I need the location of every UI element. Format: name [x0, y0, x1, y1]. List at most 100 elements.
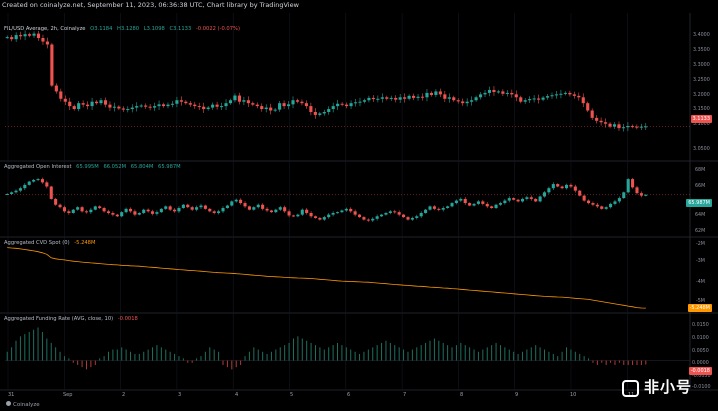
candle-body [447, 97, 451, 99]
candle-body [58, 204, 62, 208]
candle-body [586, 103, 590, 111]
candle-body [424, 209, 428, 213]
candle-body [425, 92, 429, 98]
candle-body [239, 199, 243, 204]
candle-body [510, 92, 514, 95]
candle-body [349, 103, 353, 107]
candle-body [384, 212, 388, 215]
candle-body [313, 216, 318, 218]
candle-body [106, 211, 111, 213]
candle-body [503, 200, 507, 204]
chart-canvas[interactable] [0, 0, 718, 411]
candle-body [102, 208, 106, 212]
cvd-series-line [7, 247, 646, 309]
candle-body [639, 126, 643, 128]
x-axis-label: 10 [570, 392, 577, 398]
candle-body [139, 105, 143, 107]
candle-body [193, 104, 197, 107]
candle-body [36, 33, 41, 39]
candle-body [27, 181, 31, 185]
candle-body [498, 203, 503, 205]
candle-body [68, 101, 72, 107]
candle-body [32, 179, 36, 182]
funding-value: -0.0018 [117, 316, 138, 322]
cvd-last-badge: -5.248M [687, 304, 712, 312]
candle-body [282, 103, 286, 107]
candle-body [128, 208, 133, 212]
candle-body [416, 96, 420, 98]
candle-body [621, 127, 626, 129]
candle-body [367, 97, 371, 101]
funding-tick: 0.0050 [692, 349, 709, 354]
candle-body [490, 206, 494, 209]
candle-body [587, 200, 591, 204]
candle-body [103, 100, 108, 105]
candle-body [595, 204, 599, 207]
candle-body [380, 214, 384, 217]
x-axis-label: 7 [403, 392, 407, 398]
candle-body [617, 198, 621, 202]
candle-body [45, 41, 49, 45]
candle-body [150, 211, 155, 214]
candle-body [560, 186, 564, 189]
candle-body [45, 182, 49, 187]
candle-body [420, 96, 425, 98]
candle-body [72, 106, 76, 110]
candle-body [99, 100, 103, 104]
candle-body [609, 203, 613, 208]
x-axis-label: 4 [235, 392, 239, 398]
candle-body [120, 212, 124, 217]
x-axis-label: 3 [178, 392, 182, 398]
candle-body [437, 208, 441, 210]
candle-body [264, 107, 268, 110]
candle-body [375, 216, 379, 219]
candle-body [155, 212, 159, 214]
candle-body [242, 100, 246, 102]
candle-body [225, 205, 229, 209]
funding-pane-legend: Aggregated Funding Rate (AVG, close, 10)… [4, 316, 141, 322]
candle-body [211, 104, 215, 108]
oi-tick: 68M [695, 168, 706, 173]
candle-body [186, 204, 190, 208]
candle-body [318, 217, 322, 220]
candle-body [300, 209, 304, 215]
funding-tick: -0.0100 [692, 385, 711, 390]
candle-body [434, 91, 438, 95]
candle-body [121, 108, 125, 110]
feixiaohao-watermark: 非小号 [622, 376, 692, 397]
x-axis-label: 9 [515, 392, 519, 398]
candle-body [115, 214, 119, 217]
candle-body [568, 92, 572, 95]
candle-body [538, 196, 542, 202]
candle-body [195, 207, 199, 210]
candle-body [27, 34, 32, 36]
candle-body [41, 38, 45, 42]
footer-brand: Coinalyze [6, 401, 40, 408]
candle-body [18, 188, 22, 191]
price-pane-title: FIL/USD Average, 2h, Coinalyze [4, 26, 86, 32]
oi-pane-title: Aggregated Open Interest [4, 164, 72, 170]
candle-body [318, 113, 322, 115]
candle-body [532, 98, 536, 100]
candle-body [111, 212, 115, 215]
candle-body [380, 97, 384, 99]
candle-body [514, 94, 518, 98]
candle-body [124, 208, 128, 213]
candle-body [215, 104, 219, 107]
candle-body [452, 97, 456, 101]
candle-body [613, 201, 617, 204]
candle-body [590, 110, 594, 118]
candle-body [595, 117, 599, 121]
candle-body [358, 101, 362, 103]
candle-body [525, 197, 529, 199]
price-tick: 3.3000 [693, 63, 710, 68]
candle-body [144, 105, 148, 107]
candle-body [278, 207, 282, 210]
x-axis-label: 8 [460, 392, 464, 398]
candle-body [175, 100, 179, 104]
candle-body [63, 98, 67, 102]
candle-body [286, 104, 291, 107]
watermark-logo-icon [622, 380, 639, 397]
candle-body [177, 208, 181, 212]
candle-body [419, 212, 423, 217]
